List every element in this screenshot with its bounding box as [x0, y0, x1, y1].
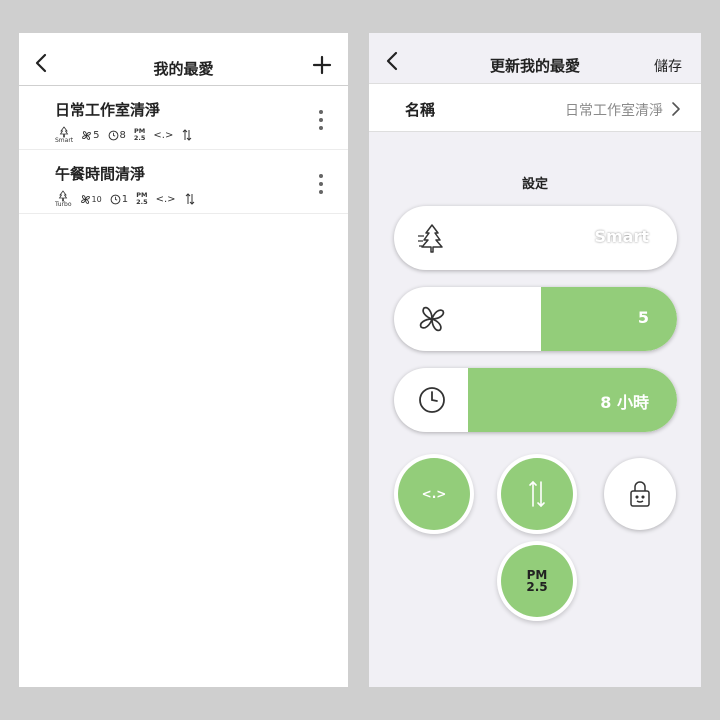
clock-icon: [108, 130, 118, 140]
more-options-icon[interactable]: [318, 173, 324, 195]
fan-icon: [80, 194, 90, 204]
vertical-airflow-icon: [529, 480, 545, 508]
fan-speed: 10: [91, 194, 102, 204]
name-value: 日常工作室清淨: [565, 103, 663, 119]
fan-speed: 5: [93, 129, 100, 141]
oscillation-indicator: <.>: [153, 129, 174, 141]
child-lock-button[interactable]: [604, 458, 676, 530]
name-field-row[interactable]: 名稱 日常工作室清淨: [369, 83, 701, 132]
fan-speed-slider[interactable]: 5: [394, 287, 677, 351]
lock-icon: [630, 481, 650, 507]
timer-indicator: 8: [108, 130, 126, 141]
pm-indicator: PM 2.5: [136, 191, 148, 206]
fan-indicator: 10: [80, 194, 102, 205]
oscillation-indicator: <.>: [155, 193, 176, 205]
favorites-screen: 我的最愛 日常工作室清淨 Smart 5 8 PM 2.5 <.> 午餐時間清淨…: [19, 33, 348, 687]
vertical-airflow-icon: [185, 193, 194, 205]
add-icon[interactable]: [312, 55, 332, 75]
fan-speed-value: 5: [637, 308, 649, 327]
timer-hours: 8: [119, 129, 126, 141]
vertical-airflow-button[interactable]: [501, 458, 573, 530]
mode-label: Smart: [55, 137, 74, 144]
tree-icon: [418, 224, 443, 253]
mode-value: Smart: [594, 227, 649, 246]
favorite-settings-summary: Turbo 10 1 PM 2.5 <.>: [55, 189, 196, 209]
settings-title: 設定: [521, 177, 548, 192]
fan-icon: [419, 306, 445, 332]
mode-selector[interactable]: Smart: [394, 206, 677, 270]
pm25-button[interactable]: PM 2.5: [501, 545, 573, 617]
favorites-header: 我的最愛: [19, 33, 348, 86]
more-options-icon[interactable]: [318, 109, 324, 131]
oscillation-button[interactable]: <.>: [398, 458, 470, 530]
favorite-name: 午餐時間清淨: [55, 165, 146, 183]
mode-label: Turbo: [55, 201, 72, 208]
favorite-item[interactable]: 日常工作室清淨 Smart 5 8 PM 2.5 <.>: [19, 87, 348, 150]
fan-indicator: 5: [81, 129, 100, 141]
name-label: 名稱: [405, 101, 436, 119]
timer-indicator: 1: [110, 194, 128, 205]
pm25-label: PM 2.5: [526, 568, 548, 594]
timer-value: 8 小時: [600, 393, 649, 412]
favorite-settings-summary: Smart 5 8 PM 2.5 <.>: [55, 125, 193, 145]
mode-indicator: Turbo: [55, 190, 72, 208]
edit-favorite-screen: 更新我的最愛 儲存 名稱 日常工作室清淨 設定 Smart 5 8 小時 <.>…: [369, 33, 701, 687]
favorite-name: 日常工作室清淨: [55, 101, 161, 119]
mode-indicator: Smart: [55, 126, 73, 144]
edit-header: 更新我的最愛 儲存: [369, 33, 701, 83]
chevron-right-icon: [672, 102, 680, 116]
oscillation-icon: <.>: [421, 487, 447, 501]
fan-icon: [82, 130, 92, 140]
save-button[interactable]: 儲存: [654, 56, 682, 76]
favorite-item[interactable]: 午餐時間清淨 Turbo 10 1 PM 2.5 <.>: [19, 151, 348, 214]
clock-icon: [110, 194, 121, 204]
vertical-airflow-icon: [183, 129, 192, 141]
timer-slider[interactable]: 8 小時: [394, 368, 677, 432]
clock-icon: [419, 387, 445, 413]
fan-speed-fill: [541, 287, 677, 351]
page-title: 更新我的最愛: [489, 57, 580, 75]
timer-hours: 1: [121, 193, 129, 205]
pm-indicator: PM 2.5: [133, 127, 146, 142]
page-title: 我的最愛: [153, 60, 214, 78]
